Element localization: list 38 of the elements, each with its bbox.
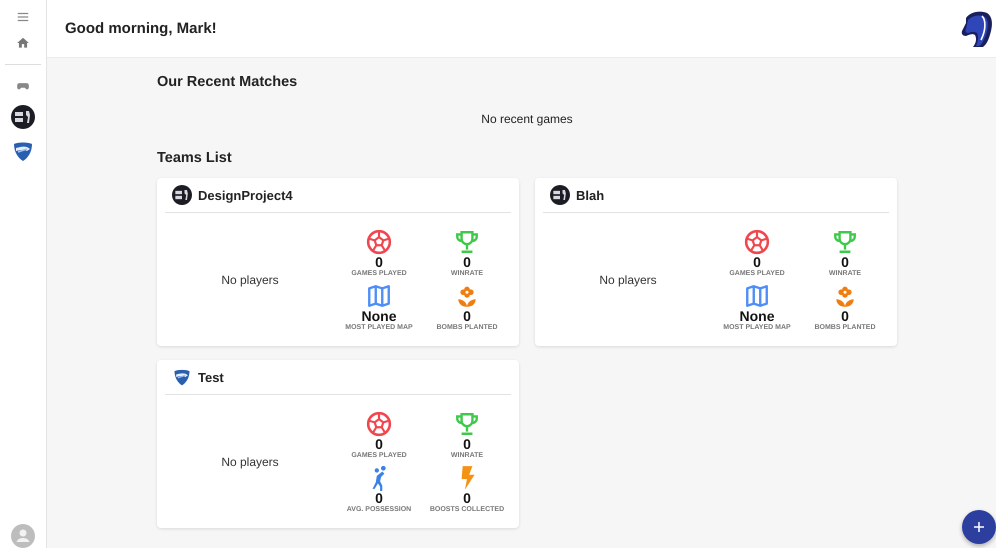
trophy-icon bbox=[454, 228, 480, 254]
map-icon bbox=[744, 282, 770, 308]
empty-message: No players bbox=[220, 454, 280, 468]
plus-icon bbox=[973, 521, 985, 533]
stat-value: 0 bbox=[841, 254, 849, 270]
trophy-icon bbox=[832, 228, 858, 254]
team-name: Test bbox=[198, 370, 224, 384]
team-name: Blah bbox=[576, 188, 604, 202]
stat-value: 0 bbox=[463, 254, 471, 270]
stat-value: 0 bbox=[375, 254, 383, 270]
home-icon[interactable] bbox=[16, 36, 30, 50]
stat-value: 0 bbox=[463, 436, 471, 452]
stat-value: None bbox=[740, 308, 774, 324]
map-icon bbox=[366, 282, 392, 308]
greeting-title: Good morning, Mark! bbox=[65, 20, 217, 37]
soccer-ball-icon bbox=[744, 228, 770, 254]
game-logo-icon bbox=[172, 185, 192, 205]
game-logo-icon bbox=[172, 367, 192, 387]
soccer-ball-icon bbox=[366, 228, 392, 254]
stat-value: 0 bbox=[463, 308, 471, 324]
stat-value: 0 bbox=[375, 490, 383, 506]
game-logo-icon bbox=[11, 105, 35, 129]
section-title: Our Recent Matches bbox=[157, 74, 298, 90]
stat-value: 0 bbox=[753, 254, 761, 270]
team-name: DesignProject4 bbox=[198, 188, 293, 202]
empty-message: No players bbox=[220, 272, 280, 286]
section-title: Teams List bbox=[157, 150, 233, 166]
soccer-ball-icon bbox=[366, 410, 392, 436]
menu-icon[interactable] bbox=[16, 10, 30, 24]
game-logo-icon bbox=[550, 185, 570, 205]
empty-message: No recent games bbox=[480, 112, 574, 126]
stat-value: 0 bbox=[375, 436, 383, 452]
stat-value: None bbox=[362, 308, 396, 324]
empty-message: No players bbox=[598, 272, 658, 286]
user-avatar-icon[interactable] bbox=[11, 524, 35, 548]
stat-value: 0 bbox=[463, 490, 471, 506]
stat-value: 0 bbox=[841, 308, 849, 324]
trophy-icon bbox=[454, 410, 480, 436]
